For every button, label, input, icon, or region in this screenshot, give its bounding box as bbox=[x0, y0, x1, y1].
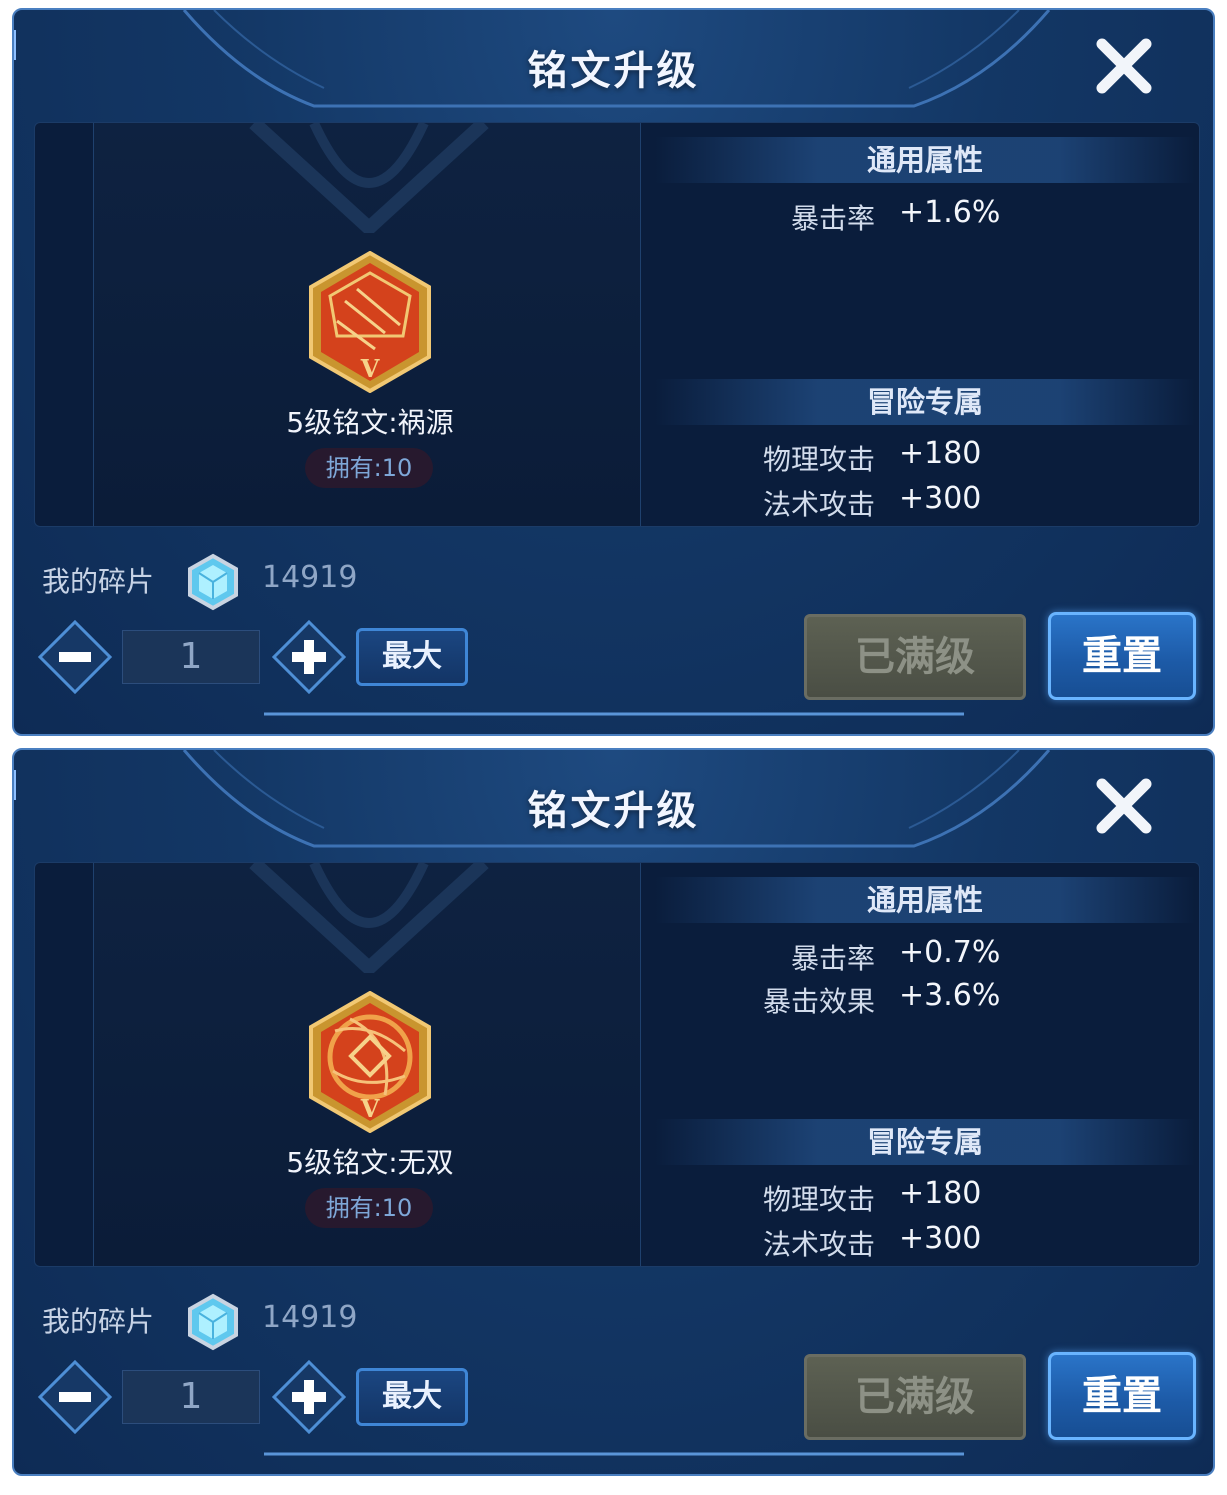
general-attributes-header: 通用属性 bbox=[655, 877, 1195, 923]
attr-name: 法术攻击 bbox=[762, 488, 875, 521]
quantity-input[interactable]: 1 bbox=[122, 1370, 260, 1424]
max-button[interactable]: 最大 bbox=[356, 1368, 468, 1426]
attr-value: +300 bbox=[899, 481, 982, 516]
fragments-value: 14919 bbox=[262, 560, 358, 595]
attr-value: +300 bbox=[899, 1221, 982, 1256]
rune-wushuang-icon[interactable]: V bbox=[305, 991, 435, 1133]
attr-name: 暴击率 bbox=[790, 202, 875, 235]
panel-title: 铭文升级 bbox=[527, 788, 700, 834]
rune-level-mark: V bbox=[360, 1094, 380, 1123]
rune-upgrade-panel: 铭文升级 V 5级铭文:祸源 拥有:10 通用属性 暴击率 +1.6% 冒险专属… bbox=[12, 8, 1215, 736]
minus-button[interactable] bbox=[38, 620, 112, 694]
close-button[interactable] bbox=[1092, 774, 1156, 838]
minus-button[interactable] bbox=[38, 1360, 112, 1434]
adventure-attributes-header: 冒险专属 bbox=[655, 379, 1195, 425]
max-button[interactable]: 最大 bbox=[356, 628, 468, 686]
rune-name: 5级铭文:无双 bbox=[286, 1146, 454, 1179]
panel-title: 铭文升级 bbox=[527, 48, 700, 94]
maxed-level-button: 已满级 bbox=[804, 614, 1026, 700]
attr-value: +180 bbox=[899, 1176, 982, 1211]
fragments-label: 我的碎片 bbox=[42, 1305, 155, 1338]
attr-name: 暴击效果 bbox=[762, 985, 875, 1018]
rune-backdrop-emblem bbox=[249, 123, 489, 233]
attr-name: 物理攻击 bbox=[762, 1183, 875, 1216]
minus-icon bbox=[59, 1392, 91, 1402]
owned-count: 拥有:10 bbox=[305, 1188, 433, 1228]
attr-value: +3.6% bbox=[899, 978, 1001, 1013]
adventure-attributes-header: 冒险专属 bbox=[655, 1119, 1195, 1165]
quantity-input[interactable]: 1 bbox=[122, 630, 260, 684]
reset-button[interactable]: 重置 bbox=[1048, 612, 1196, 700]
minus-icon bbox=[59, 652, 91, 662]
attr-name: 法术攻击 bbox=[762, 1228, 875, 1261]
rune-detail-area: V 5级铭文:祸源 拥有:10 通用属性 暴击率 +1.6% 冒险专属 物理攻击… bbox=[34, 122, 1200, 527]
rune-upgrade-panel: 铭文升级 V 5级铭文:无双 拥有:10 通用属性 暴击率 +0.7% 暴击效果… bbox=[12, 748, 1215, 1476]
fragment-crystal-icon bbox=[188, 1293, 238, 1351]
attr-name: 物理攻击 bbox=[762, 443, 875, 476]
rune-name: 5级铭文:祸源 bbox=[286, 406, 454, 439]
rune-backdrop-emblem bbox=[249, 863, 489, 973]
fragments-value: 14919 bbox=[262, 1300, 358, 1335]
general-attributes-header: 通用属性 bbox=[655, 137, 1195, 183]
rune-detail-area: V 5级铭文:无双 拥有:10 通用属性 暴击率 +0.7% 暴击效果 +3.6… bbox=[34, 862, 1200, 1267]
attr-value: +180 bbox=[899, 436, 982, 471]
close-button[interactable] bbox=[1092, 34, 1156, 98]
attr-name: 暴击率 bbox=[790, 942, 875, 975]
fragment-crystal-icon bbox=[188, 553, 238, 611]
close-icon bbox=[1096, 38, 1152, 94]
close-icon bbox=[1096, 778, 1152, 834]
attr-value: +0.7% bbox=[899, 935, 1001, 970]
attr-value: +1.6% bbox=[899, 195, 1001, 230]
rune-huoyuan-icon[interactable]: V bbox=[305, 251, 435, 393]
rune-level-mark: V bbox=[360, 354, 380, 383]
fragments-label: 我的碎片 bbox=[42, 565, 155, 598]
plus-button[interactable] bbox=[272, 620, 346, 694]
plus-button[interactable] bbox=[272, 1360, 346, 1434]
reset-button[interactable]: 重置 bbox=[1048, 1352, 1196, 1440]
owned-count: 拥有:10 bbox=[305, 448, 433, 488]
maxed-level-button: 已满级 bbox=[804, 1354, 1026, 1440]
